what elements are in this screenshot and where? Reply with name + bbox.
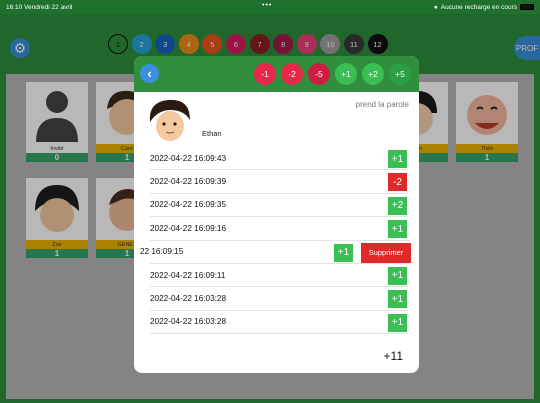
- history-list: 2022-04-22 16:09:43 +1 2022-04-22 16:09:39…: [134, 147, 419, 335]
- history-value-badge: -2: [388, 173, 407, 192]
- history-row[interactable]: 2022-04-22 16:09:11 +1: [150, 264, 409, 288]
- student-history-dialog: ‹ -1 -2 -5 +1 +2 +5 Ethan prend la parole 202…: [134, 56, 419, 373]
- history-timestamp: 2022-04-22 16:03:28: [150, 294, 227, 304]
- history-timestamp: 22 16:09:15: [140, 247, 184, 257]
- history-value-badge: +1: [388, 266, 407, 285]
- history-value-badge: +2: [388, 196, 407, 215]
- history-timestamp: 2022-04-22 16:09:39: [150, 177, 227, 187]
- chevron-left-icon[interactable]: ‹: [140, 64, 159, 83]
- history-timestamp: 2022-04-22 16:09:11: [150, 270, 226, 280]
- multitask-dots[interactable]: •••: [262, 2, 272, 9]
- points-button[interactable]: -5: [308, 63, 330, 85]
- history-row[interactable]: 2022-04-22 16:09:35 +2: [150, 194, 409, 218]
- history-row[interactable]: 22 16:09:15 +1 Supprimer: [140, 241, 411, 264]
- points-buttons: -1 -2 -5 +1 +2 +5: [254, 63, 411, 85]
- total-points: +11: [383, 349, 403, 363]
- student-avatar: [144, 96, 196, 144]
- points-button[interactable]: +2: [362, 63, 384, 85]
- delete-button[interactable]: Supprimer: [361, 242, 411, 263]
- history-value-badge: +1: [388, 313, 407, 332]
- student-name: Ethan: [202, 129, 222, 138]
- status-right: ● Aucune recharge en cours: [434, 4, 534, 11]
- history-row[interactable]: 2022-04-22 16:09:16 +1: [150, 217, 409, 241]
- status-bar: 16:10 Vendredi 22 avril ••• ● Aucune rec…: [0, 0, 540, 14]
- dialog-header: ‹ -1 -2 -5 +1 +2 +5: [134, 56, 419, 92]
- battery-icon: [520, 4, 534, 10]
- history-timestamp: 2022-04-22 16:09:16: [150, 223, 227, 233]
- points-button[interactable]: -1: [254, 63, 276, 85]
- history-timestamp: 2022-04-22 16:03:28: [150, 317, 227, 327]
- history-timestamp: 2022-04-22 16:09:43: [150, 153, 227, 163]
- wifi-icon: ●: [433, 3, 438, 11]
- points-button[interactable]: +1: [335, 63, 357, 85]
- history-value-badge: +1: [388, 150, 407, 168]
- history-row[interactable]: 2022-04-22 16:09:39 -2: [150, 170, 409, 194]
- points-button[interactable]: +5: [389, 63, 411, 85]
- history-timestamp: 2022-04-22 16:09:35: [150, 200, 227, 210]
- history-row[interactable]: 2022-04-22 16:09:43 +1: [150, 147, 409, 171]
- history-value-badge: +1: [388, 220, 407, 239]
- charging-status: Aucune recharge en cours: [440, 3, 517, 11]
- status-time-date: 16:10 Vendredi 22 avril: [6, 3, 73, 11]
- points-button[interactable]: -2: [281, 63, 303, 85]
- history-row[interactable]: 2022-04-22 16:03:28 +1: [150, 287, 409, 311]
- history-row[interactable]: 2022-04-22 16:03:28 +1: [150, 311, 409, 335]
- speak-label[interactable]: prend la parole: [356, 100, 409, 109]
- history-value-badge: +1: [334, 243, 353, 262]
- history-value-badge: +1: [388, 290, 407, 309]
